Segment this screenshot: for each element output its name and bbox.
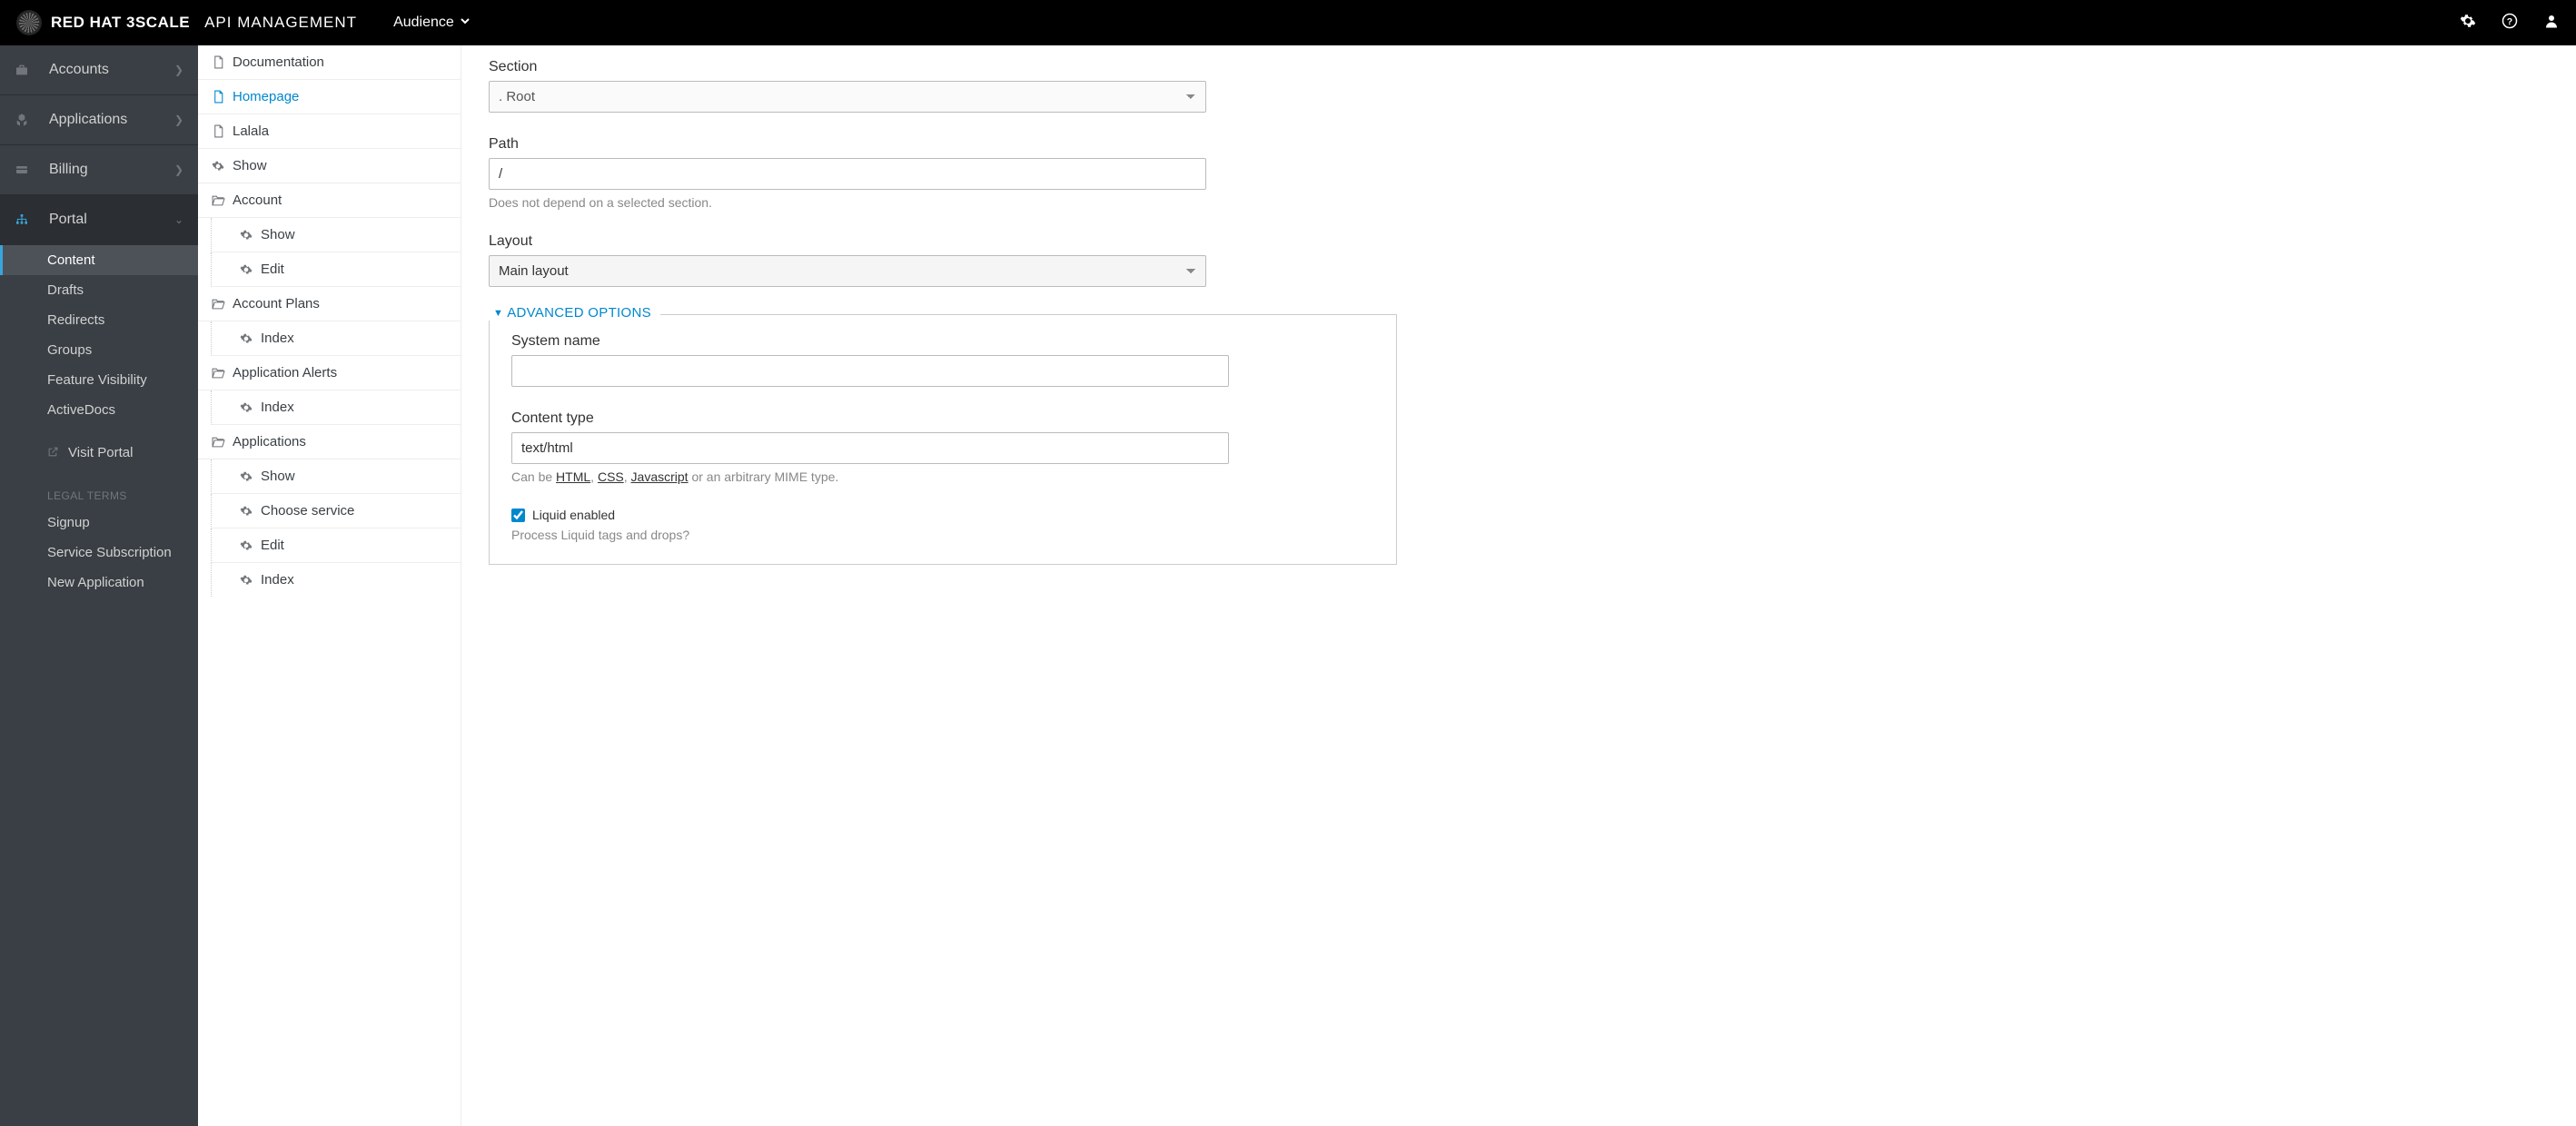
section-label: Section (489, 59, 1206, 75)
tree-item-account-edit[interactable]: Edit (211, 252, 461, 287)
audience-menu[interactable]: Audience (393, 15, 471, 31)
tree-item-account-show[interactable]: Show (211, 218, 461, 252)
path-label: Path (489, 136, 1206, 153)
link-css[interactable]: CSS (598, 469, 624, 484)
gear-icon (239, 539, 253, 552)
gear-icon (239, 263, 253, 276)
top-header: RED HAT 3SCALE API MANAGEMENT Audience ? (0, 0, 2576, 45)
gear-icon (239, 332, 253, 345)
portal-submenu: Content Drafts Redirects Groups Feature … (0, 245, 198, 598)
liquid-help: Process Liquid tags and drops? (511, 528, 1229, 542)
system-name-label: System name (511, 333, 1229, 350)
content-type-label: Content type (511, 410, 1229, 427)
content-tree: Documentation Homepage Lalala Show Accou… (198, 45, 461, 1126)
sub-item-service-subscription[interactable]: Service Subscription (0, 538, 198, 568)
sidebar-item-billing[interactable]: Billing ❯ (0, 145, 198, 195)
sub-item-visit-portal[interactable]: Visit Portal (0, 438, 198, 468)
section-select[interactable]: . Root (489, 81, 1206, 113)
tree-item-applications-choose-service[interactable]: Choose service (211, 494, 461, 528)
gear-icon (239, 574, 253, 587)
tree-item-show[interactable]: Show (198, 149, 461, 183)
gear-icon[interactable] (2460, 13, 2476, 34)
sidebar-label: Applications (49, 112, 127, 128)
caret-down-icon: ▼ (493, 308, 503, 319)
gear-icon (211, 160, 225, 173)
sidebar-item-portal[interactable]: Portal ⌄ (0, 195, 198, 245)
sidebar-item-accounts[interactable]: Accounts ❯ (0, 45, 198, 95)
user-icon[interactable] (2543, 13, 2560, 34)
sidebar-item-applications[interactable]: Applications ❯ (0, 95, 198, 145)
logo-icon (16, 10, 42, 35)
folder-open-icon (211, 194, 225, 206)
content-type-input[interactable] (511, 432, 1229, 464)
sidebar-label: Accounts (49, 62, 109, 78)
main-content: Section . Root Path Does not depend on a… (461, 45, 2576, 1126)
legal-terms-heading: Legal Terms (0, 480, 198, 508)
chevron-right-icon: ❯ (174, 114, 183, 126)
tree-item-applications-show[interactable]: Show (211, 459, 461, 494)
sub-item-redirects[interactable]: Redirects (0, 305, 198, 335)
advanced-options-fieldset: ▼ ADVANCED OPTIONS System name Content t… (489, 314, 1397, 565)
card-icon (15, 163, 36, 177)
liquid-enabled-label: Liquid enabled (532, 508, 615, 522)
folder-open-icon (211, 436, 225, 448)
folder-open-icon (211, 298, 225, 310)
layout-label: Layout (489, 233, 1206, 250)
brand-logo[interactable]: RED HAT 3SCALE API MANAGEMENT (16, 10, 357, 35)
tree-item-applications-index[interactable]: Index (211, 563, 461, 597)
svg-text:?: ? (2507, 15, 2512, 26)
sub-item-signup[interactable]: Signup (0, 508, 198, 538)
link-javascript[interactable]: Javascript (631, 469, 689, 484)
chevron-down-icon: ⌄ (174, 213, 183, 226)
tree-item-account-plans-index[interactable]: Index (211, 321, 461, 356)
tree-item-application-alerts[interactable]: Application Alerts (198, 356, 461, 390)
sub-item-drafts[interactable]: Drafts (0, 275, 198, 305)
brand-strong: RED HAT 3SCALE (51, 14, 190, 32)
audience-menu-label: Audience (393, 15, 454, 31)
file-icon (211, 90, 225, 104)
tree-item-documentation[interactable]: Documentation (198, 45, 461, 80)
tree-item-account[interactable]: Account (198, 183, 461, 218)
sub-item-groups[interactable]: Groups (0, 335, 198, 365)
content-type-help: Can be HTML, CSS, Javascript or an arbit… (511, 469, 1229, 484)
sub-item-content[interactable]: Content (0, 245, 198, 275)
chevron-right-icon: ❯ (174, 64, 183, 76)
gear-icon (239, 470, 253, 483)
gear-icon (239, 505, 253, 518)
help-icon[interactable]: ? (2502, 13, 2518, 34)
sidebar-label: Portal (49, 212, 87, 228)
tree-item-account-plans[interactable]: Account Plans (198, 287, 461, 321)
tree-item-lalala[interactable]: Lalala (198, 114, 461, 149)
file-icon (211, 124, 225, 138)
link-html[interactable]: HTML (556, 469, 590, 484)
liquid-enabled-checkbox[interactable] (511, 509, 525, 522)
path-help: Does not depend on a selected section. (489, 195, 1206, 210)
sub-item-new-application[interactable]: New Application (0, 568, 198, 598)
tree-item-applications-edit[interactable]: Edit (211, 528, 461, 563)
sub-item-activedocs[interactable]: ActiveDocs (0, 395, 198, 425)
file-icon (211, 55, 225, 69)
layout-select[interactable]: Main layout (489, 255, 1206, 287)
external-link-icon (47, 446, 59, 460)
advanced-options-toggle[interactable]: ▼ ADVANCED OPTIONS (484, 305, 660, 321)
header-right: ? (2460, 13, 2560, 34)
briefcase-icon (15, 63, 36, 77)
gear-icon (239, 401, 253, 414)
primary-sidebar: Accounts ❯ Applications ❯ Billing ❯ Port… (0, 45, 198, 1126)
cubes-icon (15, 113, 36, 127)
tree-item-applications[interactable]: Applications (198, 425, 461, 459)
sidebar-label: Billing (49, 162, 88, 178)
chevron-down-icon (460, 15, 471, 31)
path-input[interactable] (489, 158, 1206, 190)
brand-light: API MANAGEMENT (204, 14, 357, 32)
chevron-right-icon: ❯ (174, 163, 183, 176)
sitemap-icon (15, 212, 36, 227)
folder-open-icon (211, 367, 225, 379)
tree-item-application-alerts-index[interactable]: Index (211, 390, 461, 425)
gear-icon (239, 229, 253, 242)
sub-item-feature-visibility[interactable]: Feature Visibility (0, 365, 198, 395)
system-name-input[interactable] (511, 355, 1229, 387)
tree-item-homepage[interactable]: Homepage (198, 80, 461, 114)
